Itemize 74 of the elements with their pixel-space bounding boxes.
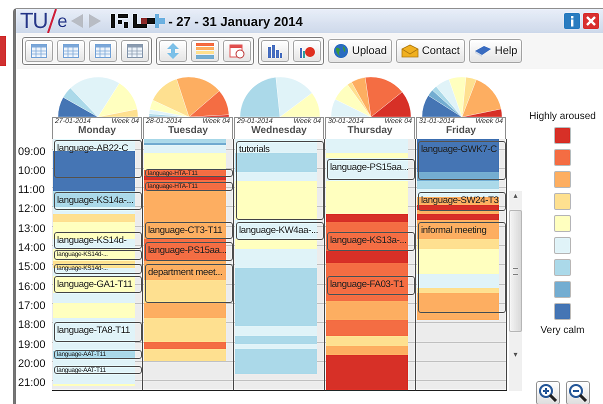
hour-label: 14:00 <box>18 242 46 254</box>
event-block[interactable]: language-PS15aa... <box>145 242 233 261</box>
hour-label: 10:00 <box>18 164 46 177</box>
toolbar-button[interactable] <box>261 40 289 62</box>
hour-label: 09:00 <box>18 146 46 158</box>
event-block[interactable]: language-KW4aa-... <box>236 222 324 240</box>
toolbar-button[interactable] <box>223 40 251 62</box>
calendar-grid-icon <box>95 44 111 58</box>
hour-label: 15:00 <box>18 261 46 274</box>
legend-label: Highly aroused <box>529 111 596 122</box>
legend-label: Very calm <box>540 325 584 336</box>
hour-label: 13:00 <box>18 222 46 235</box>
back-arrow-icon[interactable] <box>70 13 84 29</box>
toolbar-button[interactable] <box>57 40 85 62</box>
scrollbar[interactable]: ▴ ▾ <box>509 191 522 391</box>
event-block[interactable]: tutorials <box>236 140 324 220</box>
logo: TU e <box>20 9 66 33</box>
hour-label: 19:00 <box>18 338 46 350</box>
toolbar-button[interactable] <box>89 40 117 62</box>
day-name: Monday <box>77 125 117 136</box>
day-name: Tuesday <box>167 125 209 136</box>
event-block[interactable]: language-GA1-T11 <box>54 276 142 294</box>
event-block[interactable]: language-KS13a-... <box>327 232 415 251</box>
calendar-grid-icon <box>63 44 79 58</box>
color-bars-icon <box>196 43 214 59</box>
toolbar-button[interactable] <box>159 40 187 62</box>
chart-icon <box>299 44 315 58</box>
event-block[interactable]: language-FA03-T1 <box>327 276 415 296</box>
toolbar-button[interactable] <box>121 40 149 62</box>
pixel-logo-icon <box>111 14 166 28</box>
hour-label: 20:00 <box>18 358 46 370</box>
event-block[interactable]: language-CT3-T11 <box>145 222 233 240</box>
hour-label: 17:00 <box>18 300 46 312</box>
event-block[interactable]: language-SW24-T3 <box>418 192 506 212</box>
calendar-grid-icon <box>31 44 47 58</box>
forward-arrow-icon[interactable] <box>88 13 102 29</box>
day-name: Wednesday <box>250 125 308 136</box>
arrows-icon <box>165 43 181 59</box>
background-window-edge <box>0 36 6 66</box>
zoom-in-button[interactable] <box>536 381 560 404</box>
day-name: Friday <box>444 125 477 136</box>
toolbar-button[interactable]: Upload <box>328 39 392 63</box>
envelope-icon <box>400 44 419 58</box>
event-block[interactable]: language-TA8-T11 <box>54 322 142 342</box>
zoom-out-icon <box>568 384 586 402</box>
book-icon <box>474 45 492 57</box>
toolbar-button[interactable] <box>293 40 321 62</box>
scroll-down-arrow[interactable]: ▾ <box>514 350 518 359</box>
bar-chart-icon <box>267 44 283 58</box>
calendar-clock-icon <box>229 43 245 59</box>
event-block[interactable]: language-KS14a-... <box>54 192 142 210</box>
toolbar-button[interactable] <box>191 40 219 62</box>
calendar-grid-icon <box>127 44 143 58</box>
event-block[interactable]: language-PS15aa... <box>327 159 415 180</box>
event-block[interactable]: department meet... <box>145 264 233 304</box>
event-block[interactable]: language-KS14d- <box>54 232 142 249</box>
window-title: - 27 - 31 January 2014 <box>168 14 303 28</box>
globe-icon <box>333 43 349 59</box>
toolbar-button[interactable] <box>25 40 53 62</box>
hour-label: 18:00 <box>18 319 46 332</box>
close-icon[interactable] <box>583 13 599 29</box>
hour-label: 16:00 <box>18 280 46 293</box>
toolbar-button[interactable]: Contact <box>396 39 465 63</box>
hour-label: 21:00 <box>18 377 46 390</box>
event-block[interactable]: informal meeting <box>418 222 506 313</box>
event-block[interactable]: language-AB22-C <box>54 140 142 178</box>
info-icon[interactable] <box>564 13 580 29</box>
scroll-up-arrow[interactable]: ▴ <box>514 191 518 200</box>
hour-label: 12:00 <box>18 203 46 216</box>
hour-label: 11:00 <box>18 184 45 196</box>
zoom-out-button[interactable] <box>566 381 590 404</box>
zoom-in-icon <box>538 384 556 402</box>
day-name: Thursday <box>346 125 394 136</box>
toolbar-button[interactable]: Help <box>468 39 522 63</box>
